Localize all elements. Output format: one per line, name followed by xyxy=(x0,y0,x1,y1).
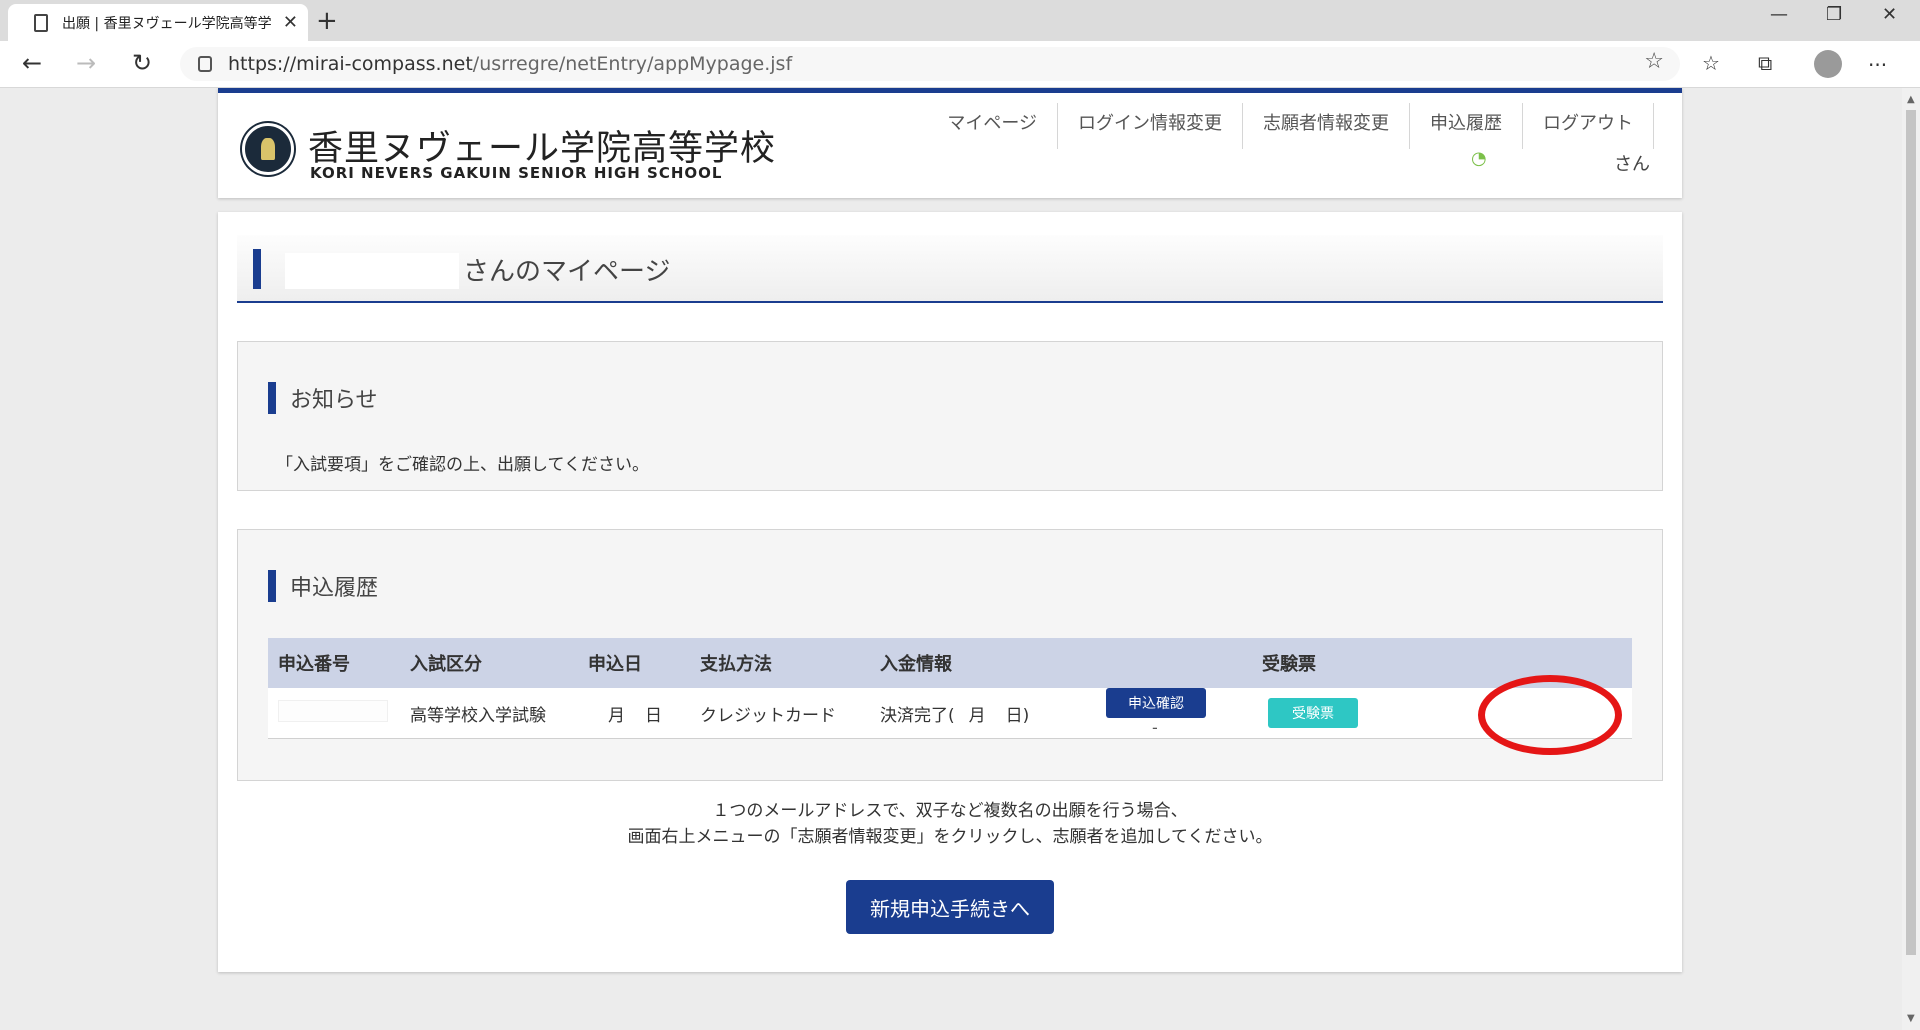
info-text-line1: １つのメールアドレスで、双子など複数名の出願を行う場合、 xyxy=(712,801,1188,821)
page-viewport: 香里ヌヴェール学院高等学校 KORI NEVERS GAKUIN SENIOR … xyxy=(0,88,1902,1030)
browser-toolbar: ← → ↻ https://mirai-compass.net/usrregre… xyxy=(0,41,1920,88)
forward-button[interactable]: → xyxy=(76,49,96,77)
notice-text: 「入試要項」をご確認の上、出願してください。 xyxy=(276,455,649,475)
status-dash: - xyxy=(1152,718,1158,737)
col-application-number: 申込番号 xyxy=(268,638,400,688)
collections-icon[interactable]: ⧉ xyxy=(1758,51,1772,75)
profile-icon[interactable] xyxy=(1814,50,1842,78)
url-path: /usrregre/netEntry/appMypage.jsf xyxy=(472,53,793,75)
url-host: https://mirai-compass.net xyxy=(228,53,473,75)
table-header-row: 申込番号 入試区分 申込日 支払方法 入金情報 受験票 xyxy=(268,638,1632,688)
nav-item-mypage[interactable]: マイページ xyxy=(927,103,1058,149)
table-row: 高等学校入学試験 月日 クレジットカード 決済完了(月日) 申込確認 - 受験… xyxy=(268,688,1632,739)
school-emblem-icon[interactable] xyxy=(242,123,294,175)
school-name-en: KORI NEVERS GAKUIN SENIOR HIGH SCHOOL xyxy=(310,164,723,182)
redacted-application-number xyxy=(278,699,388,722)
actions-cell: 申込確認 - xyxy=(1096,688,1252,739)
lock-icon xyxy=(198,56,212,72)
user-name-suffix: さん xyxy=(1614,154,1650,175)
top-navigation: マイページ ログイン情報変更 志願者情報変更 申込履歴 ログアウト xyxy=(927,103,1654,149)
info-text-line2: 画面右上メニューの「志願者情報変更」をクリックし、志願者を追加してください。 xyxy=(627,827,1273,847)
payment-status-cell: 決済完了( 月日) xyxy=(870,688,1096,739)
application-date-cell: 月日 xyxy=(578,688,690,739)
history-title: 申込履歴 xyxy=(290,576,379,601)
scroll-down-arrow-icon[interactable]: ▼ xyxy=(1907,1013,1915,1024)
col-actions xyxy=(1096,638,1252,688)
new-application-button[interactable]: 新規申込手続きへ xyxy=(846,880,1054,934)
application-confirm-button[interactable]: 申込確認 xyxy=(1106,688,1206,718)
loading-spinner-icon: ◔ xyxy=(1471,148,1487,169)
history-table: 申込番号 入試区分 申込日 支払方法 入金情報 受験票 高等学校入学試験 月 日… xyxy=(268,638,1632,739)
site-header: 香里ヌヴェール学院高等学校 KORI NEVERS GAKUIN SENIOR … xyxy=(218,88,1682,198)
notice-panel: お知らせ 「入試要項」をご確認の上、出願してください。 xyxy=(237,341,1663,491)
exam-type-cell: 高等学校入学試験 xyxy=(400,688,578,739)
address-bar[interactable]: https://mirai-compass.net/usrregre/netEn… xyxy=(180,47,1680,81)
new-tab-button[interactable]: + xyxy=(316,6,338,36)
more-menu-icon[interactable]: ··· xyxy=(1868,53,1887,77)
payment-method-cell: クレジットカード xyxy=(690,688,870,739)
application-number-cell xyxy=(268,688,400,739)
close-window-button[interactable]: ✕ xyxy=(1882,4,1897,25)
col-payment-method: 支払方法 xyxy=(690,638,870,688)
col-application-date: 申込日 xyxy=(578,638,690,688)
payment-status-month: 月 xyxy=(968,705,986,726)
browser-tab[interactable]: 出願 | 香里ヌヴェール学院高等学 ✕ xyxy=(8,4,308,41)
refresh-button[interactable]: ↻ xyxy=(132,49,152,77)
browser-tab-bar: 出願 | 香里ヌヴェール学院高等学 ✕ + — ❐ ✕ xyxy=(0,0,1920,41)
payment-status-day: 日) xyxy=(1005,705,1030,726)
scroll-up-arrow-icon[interactable]: ▲ xyxy=(1907,94,1915,105)
date-month: 月 xyxy=(608,705,625,726)
col-payment-info: 入金情報 xyxy=(870,638,1096,688)
favorites-list-icon[interactable]: ☆ xyxy=(1702,51,1720,75)
history-accent-bar xyxy=(268,570,276,602)
minimize-button[interactable]: — xyxy=(1770,4,1788,25)
url-text: https://mirai-compass.net/usrregre/netEn… xyxy=(228,53,792,75)
redacted-user-name xyxy=(285,253,459,289)
star-icon[interactable]: ☆ xyxy=(1644,49,1664,74)
restore-button[interactable]: ❐ xyxy=(1826,4,1842,25)
payment-status-prefix: 決済完了( xyxy=(880,705,955,726)
exam-ticket-button[interactable]: 受験票 xyxy=(1268,698,1358,728)
nav-item-login-info[interactable]: ログイン情報変更 xyxy=(1058,103,1243,149)
nav-item-logout[interactable]: ログアウト xyxy=(1523,103,1654,149)
nav-item-applicant-info[interactable]: 志願者情報変更 xyxy=(1243,103,1410,149)
notice-accent-bar xyxy=(268,382,276,414)
tab-close-icon[interactable]: ✕ xyxy=(283,12,298,33)
page-heading: さんのマイページ xyxy=(237,235,1663,303)
highlight-annotation xyxy=(1478,675,1622,755)
back-button[interactable]: ← xyxy=(22,49,42,77)
scrollbar-thumb[interactable] xyxy=(1906,110,1916,955)
page-icon xyxy=(34,13,48,32)
main-content: さんのマイページ お知らせ 「入試要項」をご確認の上、出願してください。 申込履… xyxy=(218,212,1682,972)
notice-title: お知らせ xyxy=(290,388,378,413)
nav-item-history[interactable]: 申込履歴 xyxy=(1410,103,1523,149)
date-day: 日 xyxy=(645,705,662,726)
page-title: さんのマイページ xyxy=(463,257,671,287)
vertical-scrollbar[interactable]: ▲ ▼ xyxy=(1902,88,1920,1030)
history-panel: 申込履歴 申込番号 入試区分 申込日 支払方法 入金情報 受験票 高等学校入学試… xyxy=(237,529,1663,781)
tab-title: 出願 | 香里ヌヴェール学院高等学 xyxy=(61,15,271,32)
heading-accent-bar xyxy=(253,249,261,289)
col-exam-type: 入試区分 xyxy=(400,638,578,688)
